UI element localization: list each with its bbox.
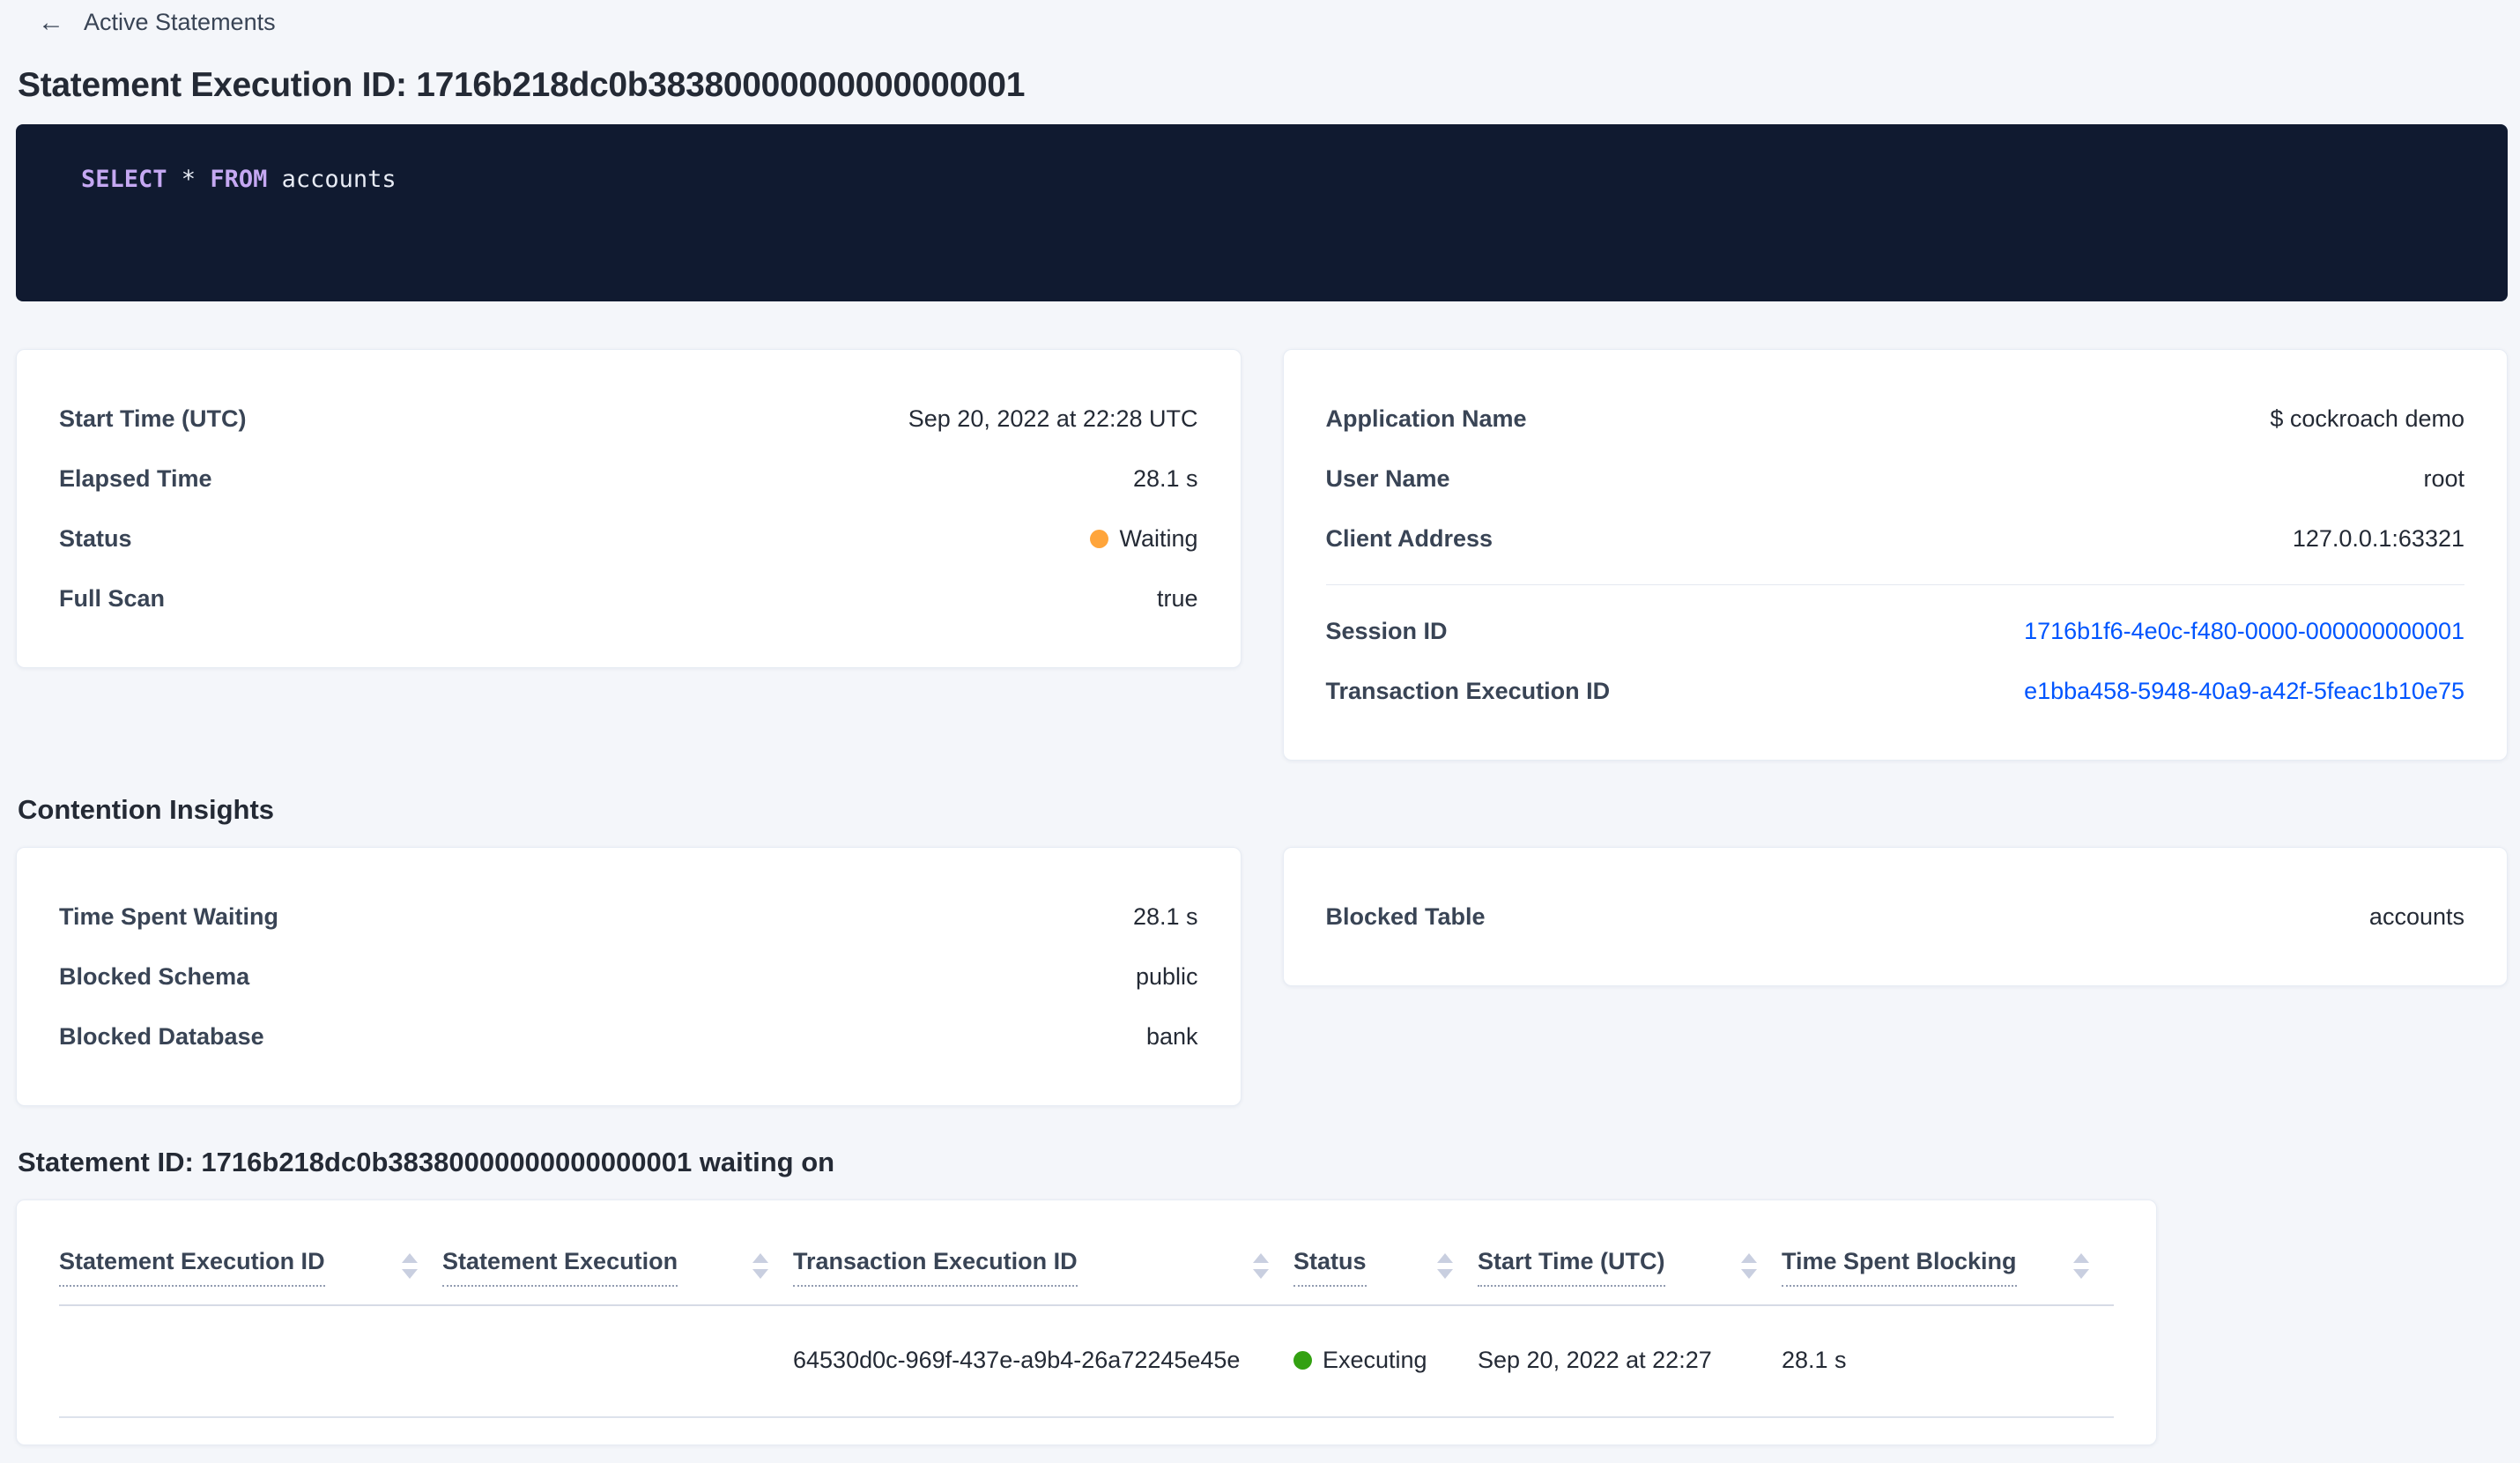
column-header-transaction-execution-id[interactable]: Transaction Execution ID [793, 1248, 1293, 1287]
table-header-row: Statement Execution ID Statement Executi… [59, 1223, 2114, 1306]
table-row: 64530d0c-969f-437e-a9b4-26a72245e45e Exe… [59, 1305, 2114, 1418]
contention-details-card: Time Spent Waiting 28.1 s Blocked Schema… [16, 847, 1241, 1106]
sort-icon[interactable] [1437, 1248, 1453, 1279]
sql-statement-box: SELECT * FROM accounts [16, 124, 2508, 301]
user-name-label: User Name [1325, 464, 1450, 492]
elapsed-time-row: Elapsed Time 28.1 s [59, 449, 1198, 509]
column-label: Start Time (UTC) [1478, 1248, 1665, 1287]
elapsed-time-label: Elapsed Time [59, 464, 212, 492]
sql-text: accounts [267, 166, 397, 193]
session-id-link[interactable]: 1716b1f6-4e0c-f480-0000-000000000001 [2024, 618, 2464, 645]
cell-statement-execution-id [59, 1305, 442, 1418]
waiting-on-table-card: Statement Execution ID Statement Executi… [16, 1199, 2157, 1445]
application-name-value: $ cockroach demo [2270, 405, 2464, 432]
time-spent-waiting-row: Time Spent Waiting 28.1 s [59, 887, 1198, 947]
column-label: Statement Execution ID [59, 1248, 325, 1287]
column-label: Time Spent Blocking [1782, 1248, 2017, 1287]
blocked-database-row: Blocked Database bank [59, 1006, 1198, 1066]
cell-start-time: Sep 20, 2022 at 22:27 [1478, 1305, 1782, 1418]
blocked-schema-row: Blocked Schema public [59, 947, 1198, 1006]
cell-transaction-execution-id: 64530d0c-969f-437e-a9b4-26a72245e45e [793, 1305, 1293, 1418]
time-spent-waiting-label: Time Spent Waiting [59, 902, 279, 930]
transaction-execution-id-row: Transaction Execution ID e1bba458-5948-4… [1326, 661, 2465, 721]
sort-icon[interactable] [1253, 1248, 1269, 1279]
user-name-value: root [2423, 464, 2464, 492]
column-header-status[interactable]: Status [1293, 1248, 1478, 1287]
blocked-database-value: bank [1145, 1022, 1198, 1050]
column-label: Transaction Execution ID [793, 1248, 1078, 1287]
cell-status: Executing [1293, 1305, 1478, 1418]
transaction-execution-id-link[interactable]: e1bba458-5948-40a9-a42f-5feac1b10e75 [2024, 678, 2464, 705]
back-arrow-icon: ← [38, 7, 64, 37]
waiting-on-table: Statement Execution ID Statement Executi… [59, 1223, 2114, 1418]
cell-statement-execution [442, 1305, 793, 1418]
contention-cards-row: Time Spent Waiting 28.1 s Blocked Schema… [16, 847, 2508, 1106]
blocked-table-row: Blocked Table accounts [1326, 887, 2465, 947]
application-name-label: Application Name [1325, 405, 1527, 432]
column-header-statement-execution[interactable]: Statement Execution [442, 1248, 793, 1287]
session-details-card: Application Name $ cockroach demo User N… [1282, 349, 2508, 761]
column-label: Statement Execution [442, 1248, 678, 1287]
waiting-status-dot-icon [1090, 529, 1109, 548]
session-id-label: Session ID [1325, 617, 1448, 644]
sort-icon[interactable] [402, 1248, 418, 1279]
start-time-value: Sep 20, 2022 at 22:28 UTC [908, 405, 1198, 432]
breadcrumb-label: Active Statements [84, 9, 276, 35]
blocked-table-card: Blocked Table accounts [1282, 847, 2508, 986]
client-address-row: Client Address 127.0.0.1:63321 [1326, 509, 2465, 568]
blocked-schema-label: Blocked Schema [59, 962, 250, 990]
full-scan-value: true [1156, 584, 1198, 612]
column-header-time-spent-blocking[interactable]: Time Spent Blocking [1782, 1248, 2114, 1287]
sql-keyword: SELECT [81, 166, 167, 193]
cell-time-spent-blocking: 28.1 s [1782, 1305, 2114, 1418]
waiting-on-heading: Statement ID: 1716b218dc0b38380000000000… [18, 1147, 835, 1177]
sql-text: * [167, 166, 211, 193]
start-time-row: Start Time (UTC) Sep 20, 2022 at 22:28 U… [59, 389, 1198, 449]
session-id-row: Session ID 1716b1f6-4e0c-f480-0000-00000… [1326, 601, 2465, 661]
card-divider [1325, 584, 2464, 585]
column-label: Status [1293, 1248, 1367, 1287]
full-scan-label: Full Scan [59, 584, 166, 612]
transaction-execution-id-label: Transaction Execution ID [1325, 677, 1611, 704]
page-content: ← Active Statements Statement Execution … [0, 9, 2520, 1445]
status-value: Waiting [1090, 524, 1198, 553]
blocked-table-label: Blocked Table [1325, 902, 1486, 930]
blocked-schema-value: public [1135, 962, 1198, 990]
executing-status-dot-icon [1293, 1351, 1312, 1370]
summary-cards-row: Start Time (UTC) Sep 20, 2022 at 22:28 U… [16, 349, 2508, 761]
back-to-active-statements-link[interactable]: ← Active Statements [38, 9, 276, 36]
contention-insights-heading: Contention Insights [18, 794, 275, 825]
full-scan-row: Full Scan true [59, 568, 1198, 628]
user-name-row: User Name root [1326, 449, 2465, 509]
page-title: Statement Execution ID: 1716b218dc0b3838… [18, 66, 1026, 104]
client-address-value: 127.0.0.1:63321 [2292, 524, 2464, 552]
execution-details-card: Start Time (UTC) Sep 20, 2022 at 22:28 U… [16, 349, 1241, 668]
sql-keyword: FROM [210, 166, 268, 193]
status-text: Waiting [1119, 524, 1198, 552]
blocked-table-value: accounts [2368, 902, 2464, 930]
status-text: Executing [1323, 1347, 1427, 1373]
sort-icon[interactable] [1741, 1248, 1757, 1279]
column-header-start-time[interactable]: Start Time (UTC) [1478, 1248, 1782, 1287]
status-label: Status [59, 524, 132, 552]
column-header-statement-execution-id[interactable]: Statement Execution ID [59, 1248, 442, 1287]
blocked-database-label: Blocked Database [59, 1022, 264, 1050]
status-row: Status Waiting [59, 509, 1198, 568]
application-name-row: Application Name $ cockroach demo [1326, 389, 2465, 449]
client-address-label: Client Address [1325, 524, 1493, 552]
elapsed-time-value: 28.1 s [1132, 464, 1198, 492]
sort-icon[interactable] [752, 1248, 768, 1279]
start-time-label: Start Time (UTC) [59, 405, 247, 432]
sort-icon[interactable] [2073, 1248, 2089, 1279]
time-spent-waiting-value: 28.1 s [1132, 902, 1198, 930]
